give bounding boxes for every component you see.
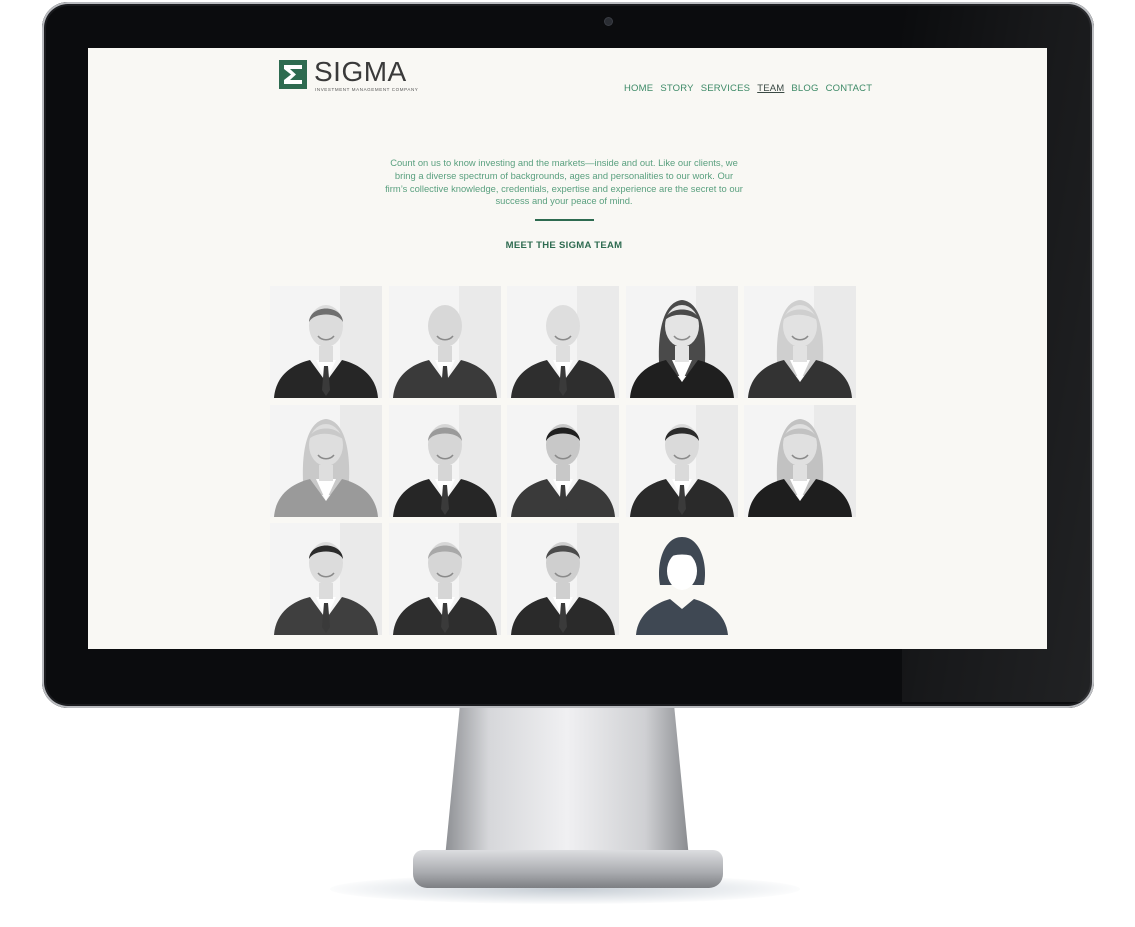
team-member-photo[interactable] [389,286,501,398]
placeholder-avatar-icon [626,523,738,635]
portrait-image [507,404,619,517]
team-member-photo[interactable] [270,523,382,635]
logo-wordmark: SIGMA [314,56,407,87]
portrait-image [744,286,856,398]
team-member-photo[interactable] [626,286,738,398]
portrait-image [270,404,382,517]
sigma-icon [279,60,307,89]
sigma-logo[interactable]: SIGMA INVESTMENT MANAGEMENT COMPANY [279,56,419,96]
section-divider [535,219,594,221]
portrait-image [507,523,619,635]
camera-icon [605,18,612,25]
team-member-photo[interactable] [626,523,738,635]
nav-services[interactable]: SERVICES [701,82,750,96]
team-member-photo[interactable] [744,404,856,517]
portrait-image [270,523,382,635]
portrait-image [507,286,619,398]
main-nav: HOME STORY SERVICES TEAM BLOG CONTACT [624,82,872,96]
nav-story[interactable]: STORY [660,82,693,96]
nav-contact[interactable]: CONTACT [826,82,873,96]
portrait-image [270,286,382,398]
portrait-image [389,286,501,398]
monitor-stand [445,708,689,858]
intro-paragraph: Count on us to know investing and the ma… [385,157,743,207]
team-member-photo[interactable] [389,523,501,635]
portrait-image [626,404,738,517]
nav-team[interactable]: TEAM [757,82,784,96]
nav-home[interactable]: HOME [624,82,653,96]
team-member-photo[interactable] [270,404,382,517]
logo-tagline: INVESTMENT MANAGEMENT COMPANY [315,87,419,92]
portrait-image [744,404,856,517]
team-heading: MEET THE SIGMA TEAM [505,240,623,251]
team-member-photo[interactable] [626,404,738,517]
team-member-photo[interactable] [270,286,382,398]
team-member-photo[interactable] [507,523,619,635]
team-member-photo[interactable] [744,286,856,398]
portrait-image [626,286,738,398]
monitor-stand-base [413,850,723,888]
team-member-photo[interactable] [389,404,501,517]
portrait-image [389,523,501,635]
team-member-photo[interactable] [507,286,619,398]
portrait-image [389,404,501,517]
website-screen: SIGMA INVESTMENT MANAGEMENT COMPANY HOME… [88,48,1047,649]
team-member-photo[interactable] [507,404,619,517]
nav-blog[interactable]: BLOG [791,82,818,96]
